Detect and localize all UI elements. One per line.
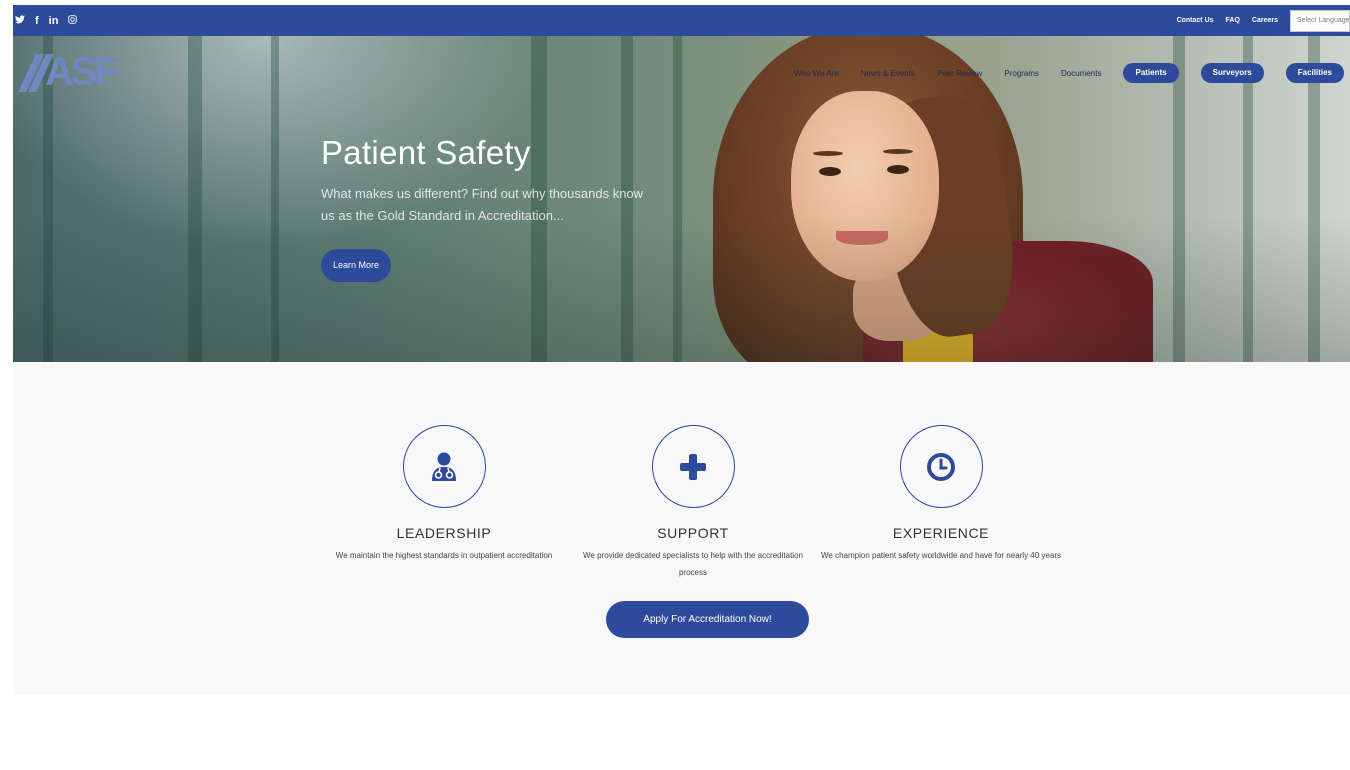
linkedin-icon[interactable]: in <box>49 15 59 27</box>
faq-link[interactable]: FAQ <box>1226 17 1240 24</box>
hero-overlay <box>13 36 1350 362</box>
feature-leadership: LEADERSHIP We maintain the highest stand… <box>324 425 564 564</box>
hero-banner: ASF Who We Are News & Events Peer Review… <box>13 36 1350 362</box>
social-links: f in <box>15 5 78 36</box>
surveyors-button[interactable]: Surveyors <box>1200 63 1264 83</box>
nav-documents[interactable]: Documents <box>1061 69 1101 78</box>
hero-subtitle: What makes us different? Find out why th… <box>321 186 644 223</box>
contact-us-link[interactable]: Contact Us <box>1177 17 1214 24</box>
facebook-icon[interactable]: f <box>35 15 39 27</box>
feature-title: LEADERSHIP <box>396 525 492 541</box>
language-select[interactable]: Select Language <box>1290 9 1350 32</box>
feature-experience: EXPERIENCE We champion patient safety wo… <box>821 425 1061 564</box>
careers-link[interactable]: Careers <box>1252 17 1278 24</box>
feature-text: We champion patient safety worldwide and… <box>821 551 1061 560</box>
facilities-button[interactable]: Facilities <box>1285 63 1344 83</box>
feature-text: We maintain the highest standards in out… <box>335 551 553 560</box>
feature-title: EXPERIENCE <box>892 525 990 541</box>
nav-peer-review[interactable]: Peer Review <box>937 69 982 78</box>
apply-accreditation-button[interactable]: Apply For Accreditation Now! <box>606 601 809 638</box>
learn-more-button[interactable]: Learn More <box>321 249 391 282</box>
feature-text: We provide dedicated specialists to help… <box>583 551 803 577</box>
feature-support: SUPPORT We provide dedicated specialists… <box>573 425 813 581</box>
utility-nav: Contact Us FAQ Careers Select Language <box>1177 5 1350 36</box>
main-nav: Who We Are News & Events Peer Review Pro… <box>772 63 1344 83</box>
features-section: LEADERSHIP We maintain the highest stand… <box>13 362 1350 695</box>
top-bar: f in Contact Us FAQ Careers Select Langu… <box>13 5 1350 36</box>
feature-title: SUPPORT <box>657 525 729 541</box>
hero-title: Patient Safety <box>321 134 531 171</box>
asf-logo[interactable]: ASF <box>18 50 119 95</box>
instagram-icon[interactable] <box>68 14 78 27</box>
nav-news-events[interactable]: News & Events <box>861 69 915 78</box>
page: f in Contact Us FAQ Careers Select Langu… <box>13 5 1350 695</box>
logo-text: ASF <box>45 50 119 94</box>
nav-programs[interactable]: Programs <box>1004 69 1039 78</box>
plus-icon <box>651 425 735 508</box>
doctor-icon <box>402 425 486 508</box>
nav-who-we-are[interactable]: Who We Are <box>794 69 839 78</box>
twitter-icon[interactable] <box>15 14 25 27</box>
patients-button[interactable]: Patients <box>1123 63 1179 83</box>
clock-icon <box>899 425 983 508</box>
